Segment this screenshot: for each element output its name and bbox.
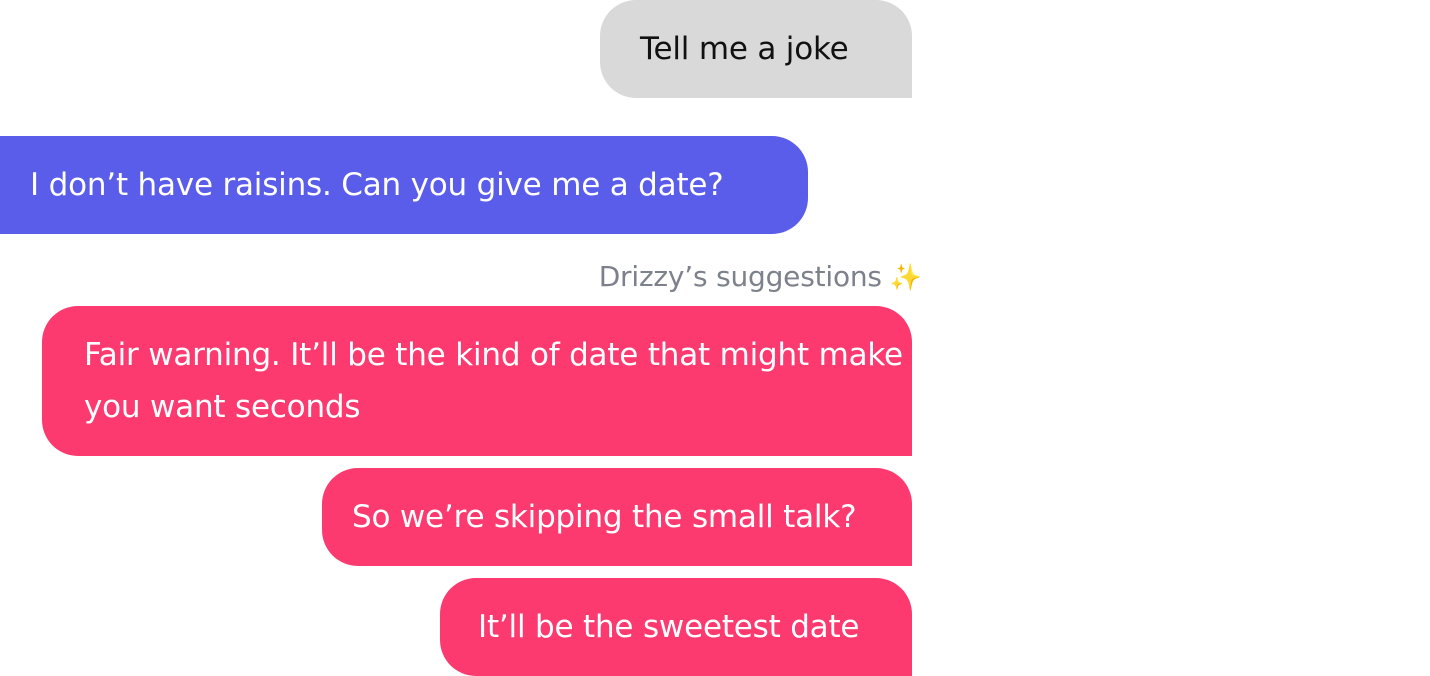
sparkles-icon: ✨ xyxy=(889,263,922,293)
suggestions-header: Drizzy’s suggestions ✨ xyxy=(598,255,923,300)
suggestion-button-3[interactable]: It’ll be the sweetest date xyxy=(440,578,912,676)
user-message-bubble: Tell me a joke xyxy=(600,0,912,98)
contact-message-bubble: I don’t have raisins. Can you give me a … xyxy=(0,136,808,234)
suggestions-header-label: Drizzy’s suggestions xyxy=(598,260,882,293)
suggestion-button-2[interactable]: So we’re skipping the small talk? xyxy=(322,468,912,566)
suggestion-button-1[interactable]: Fair warning. It’ll be the kind of date … xyxy=(42,306,912,456)
